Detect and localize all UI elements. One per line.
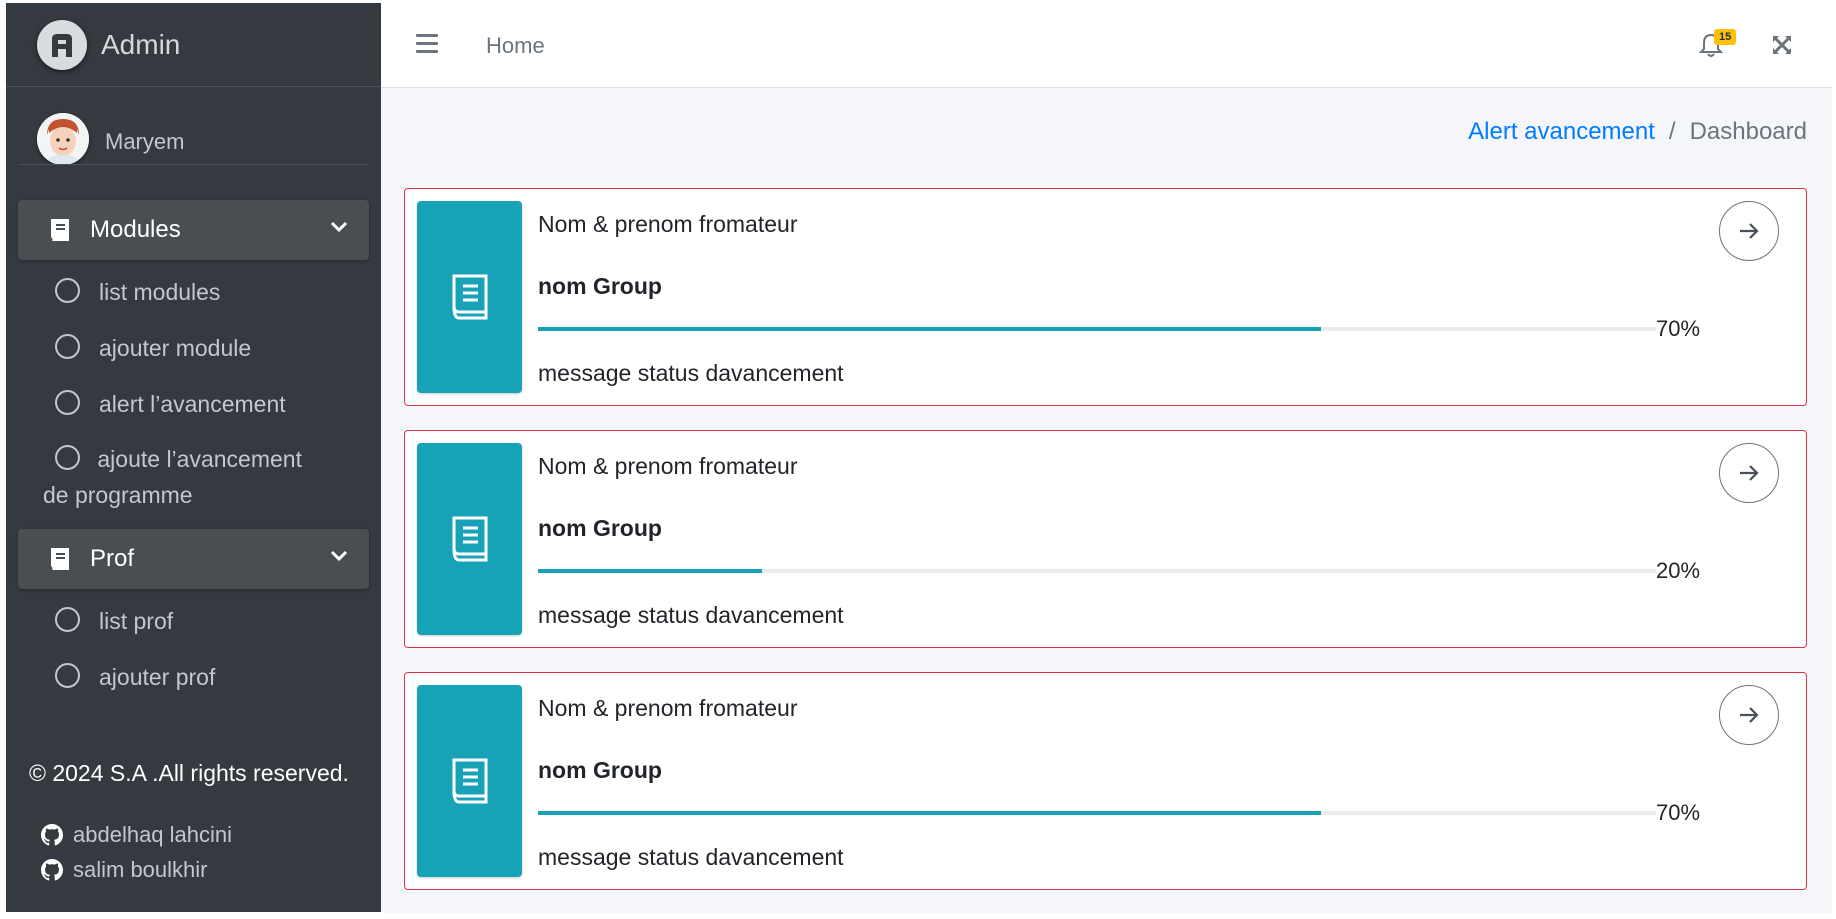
progress-card: Nom & prenom fromateur nom Group 20% mes… bbox=[404, 430, 1807, 648]
book-icon bbox=[417, 443, 522, 635]
sidebar: Admin Maryem Modules list modules ajoute… bbox=[6, 3, 381, 912]
brand-logo-icon bbox=[37, 19, 87, 70]
brand-link[interactable]: Admin bbox=[6, 3, 381, 87]
progress-card: Nom & prenom fromateur nom Group 70% mes… bbox=[404, 188, 1807, 406]
notification-badge: 15 bbox=[1714, 29, 1737, 45]
content-area: Alert avancement / Dashboard Nom & preno… bbox=[381, 88, 1832, 913]
arrow-right-button[interactable] bbox=[1719, 443, 1779, 503]
card-title: Nom & prenom fromateur bbox=[538, 695, 798, 721]
arrow-right-button[interactable] bbox=[1719, 685, 1779, 745]
circle-icon bbox=[55, 334, 80, 359]
user-panel[interactable]: Maryem bbox=[19, 87, 368, 165]
sidebar-item-ajoute-avancement[interactable]: ajoute l’avancement de programme bbox=[18, 441, 308, 513]
user-name[interactable]: Maryem bbox=[105, 129, 184, 155]
progress-bar bbox=[538, 327, 1656, 331]
sidebar-nav: Modules list modules ajouter module aler… bbox=[6, 200, 381, 695]
card-status-message: message status davancement bbox=[538, 602, 844, 628]
card-status-message: message status davancement bbox=[538, 844, 844, 870]
arrow-right-button[interactable] bbox=[1719, 201, 1779, 261]
card-group-name: nom Group bbox=[538, 515, 662, 541]
github-icon bbox=[41, 859, 63, 881]
sidebar-item-alert-avancement[interactable]: alert l’avancement bbox=[18, 386, 369, 422]
sidebar-section-modules[interactable]: Modules bbox=[18, 200, 369, 260]
sidebar-section-label: Prof bbox=[90, 545, 135, 572]
sidebar-item-label: ajouter prof bbox=[99, 664, 216, 690]
book-icon bbox=[417, 201, 522, 393]
circle-icon bbox=[55, 663, 80, 688]
github-icon bbox=[41, 824, 63, 846]
progress-percent: 20% bbox=[1656, 558, 1701, 583]
progress-percent: 70% bbox=[1656, 800, 1701, 825]
book-icon bbox=[51, 548, 69, 570]
card-group-name: nom Group bbox=[538, 757, 662, 783]
breadcrumb-link[interactable]: Alert avancement bbox=[1468, 118, 1655, 146]
progress-fill bbox=[538, 327, 1321, 331]
progress-card: Nom & prenom fromateur nom Group 70% mes… bbox=[404, 672, 1807, 890]
circle-icon bbox=[55, 607, 80, 632]
sidebar-item-list-prof[interactable]: list prof bbox=[18, 603, 369, 639]
sidebar-item-list-modules[interactable]: list modules bbox=[18, 274, 369, 310]
progress-percent: 70% bbox=[1656, 316, 1701, 341]
progress-bar bbox=[538, 811, 1656, 815]
progress-fill bbox=[538, 811, 1321, 815]
circle-icon bbox=[55, 445, 80, 470]
credit-name: salim boulkhir bbox=[73, 857, 208, 882]
book-icon bbox=[51, 219, 69, 241]
arrow-right-icon bbox=[1740, 707, 1759, 723]
sidebar-item-label: ajoute l’avancement de programme bbox=[43, 446, 302, 508]
credit-name: abdelhaq lahcini bbox=[73, 822, 233, 847]
sidebar-item-label: list prof bbox=[99, 608, 174, 634]
card-title: Nom & prenom fromateur bbox=[538, 211, 798, 237]
chevron-down-icon bbox=[330, 550, 348, 562]
breadcrumb-active: Dashboard bbox=[1689, 118, 1807, 145]
card-group-name: nom Group bbox=[538, 273, 662, 299]
arrow-right-icon bbox=[1740, 465, 1759, 481]
progress-bar bbox=[538, 569, 1656, 573]
sidebar-section-prof[interactable]: Prof bbox=[18, 529, 369, 589]
breadcrumb-separator: / bbox=[1668, 118, 1676, 145]
sidebar-item-label: alert l’avancement bbox=[99, 391, 286, 417]
circle-icon bbox=[55, 278, 80, 303]
card-status-message: message status davancement bbox=[538, 360, 844, 386]
breadcrumb: Alert avancement / Dashboard bbox=[1468, 118, 1807, 146]
chevron-down-icon bbox=[330, 221, 348, 233]
copyright-text: © 2024 S.A .All rights reserved. bbox=[29, 760, 349, 786]
avatar bbox=[37, 113, 89, 164]
fullscreen-icon[interactable] bbox=[1771, 34, 1793, 56]
card-title: Nom & prenom fromateur bbox=[538, 453, 798, 479]
book-icon bbox=[417, 685, 522, 877]
home-link[interactable]: Home bbox=[486, 33, 545, 59]
credit-link[interactable]: abdelhaq lahcini bbox=[41, 822, 232, 848]
brand-text: Admin bbox=[101, 28, 181, 60]
sidebar-item-ajouter-prof[interactable]: ajouter prof bbox=[18, 659, 369, 695]
hamburger-menu-icon[interactable] bbox=[416, 34, 438, 58]
sidebar-item-label: ajouter module bbox=[99, 335, 252, 361]
sidebar-item-label: list modules bbox=[99, 279, 221, 305]
circle-icon bbox=[55, 390, 80, 415]
arrow-right-icon bbox=[1740, 223, 1759, 239]
progress-fill bbox=[538, 569, 762, 573]
sidebar-item-ajouter-module[interactable]: ajouter module bbox=[18, 330, 369, 366]
credit-link[interactable]: salim boulkhir bbox=[41, 857, 208, 883]
sidebar-section-label: Modules bbox=[90, 216, 181, 243]
top-navbar: Home 15 bbox=[381, 3, 1832, 88]
